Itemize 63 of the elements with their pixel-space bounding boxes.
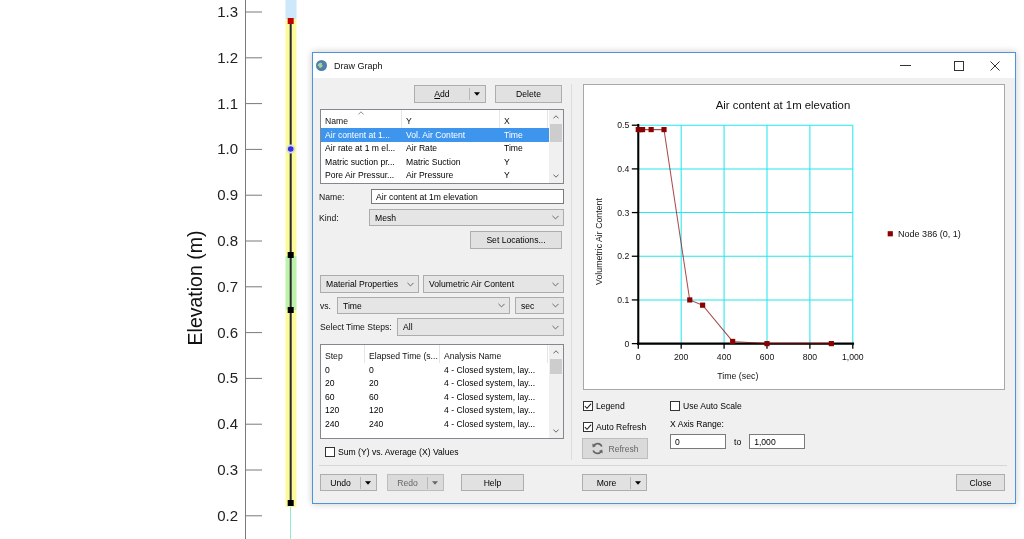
axis-tick-label: 800 [802,351,818,362]
table-cell-text: Air rate at 1 m el... [324,143,397,154]
axis-title: Time (sec) [717,370,759,381]
axis-tick-label: 1.2 [217,48,238,66]
axis-tick-label: 0.3 [617,207,630,218]
axis-title: Volumetric Air Content [594,198,605,285]
table-cell-text: 4 - Closed system, lay... [443,391,537,402]
table-cell-text: 4 - Closed system, lay... [443,364,537,375]
table-cell-text: Matric suction pr... [324,156,396,167]
axis-tick-label: 0.2 [617,251,630,262]
table-cell-text: Vol. Air Content [405,129,467,140]
table-cell-text: 240 [324,418,341,429]
axis-tick-label: 0.1 [617,294,630,305]
axis-tick-label: 0.8 [217,232,238,249]
table-cell-text: 240 [368,418,385,429]
axis-tick-label: 600 [759,351,775,362]
table-cell-text: Time [503,129,524,140]
table-cell-text: 0 [368,364,375,375]
chart-title: Air content at 1m elevation [715,99,851,112]
axis-tick-label: 0.3 [217,461,238,478]
table-cell-text: 4 - Closed system, lay... [443,378,537,389]
field-label: Select Time Steps: [320,322,393,332]
axis-tick-label: 1,000 [842,351,864,362]
axis-tick-label: 0 [624,338,630,349]
axis-tick-label: 0.5 [617,120,630,131]
table-cell-text: 0 [324,364,331,375]
field-label: to [734,436,742,447]
field-label: X Axis Range: [670,418,725,431]
field-label: Kind: [319,212,340,223]
table-cell-text: 60 [324,391,336,402]
table-cell-text: 4 - Closed system, lay... [443,418,537,429]
legend-label: Node 386 (0, 1) [898,229,961,239]
table-cell-text: Time [503,143,524,154]
table-cell-text: 60 [368,391,380,402]
axis-tick-label: 0 [635,351,641,362]
axis-tick-label: 0.5 [217,369,238,387]
table-cell-text: 20 [324,378,336,389]
table-cell-text: Y [503,170,511,181]
axis-tick-label: 1.3 [217,3,238,20]
axis-tick-label: 0.6 [217,323,238,341]
table-cell-text: Matric Suction [405,156,462,167]
axis-tick-label: 400 [716,351,732,362]
axis-tick-label: 1.1 [217,94,238,112]
table-cell-text: Air Rate [405,143,439,154]
axis-tick-label: 0.2 [217,506,238,524]
table-cell-text: 120 [324,405,341,416]
axis-tick-label: 200 [673,351,689,362]
axis-tick-label: 0.9 [217,186,238,204]
field-label: vs. [320,300,332,311]
table-cell-text: 20 [368,378,380,389]
table-cell-text: 120 [368,405,385,416]
axis-tick-label: 1.0 [217,140,238,158]
table-cell-text: Pore Air Pressur... [324,170,396,181]
field-label: Name: [319,191,346,202]
table-cell-text: Air content at 1... [324,129,391,140]
table-cell-text: Air Pressure [405,170,455,181]
table-cell-text: Y [503,156,511,167]
window-title: Draw Graph [334,60,383,71]
axis-tick-label: 0.4 [617,163,630,174]
axis-tick-label: 0.7 [217,277,238,295]
table-cell-text: 4 - Closed system, lay... [443,405,537,416]
axis-tick-label: 0.4 [217,415,238,433]
axis-title: Elevation (m) [184,230,206,346]
